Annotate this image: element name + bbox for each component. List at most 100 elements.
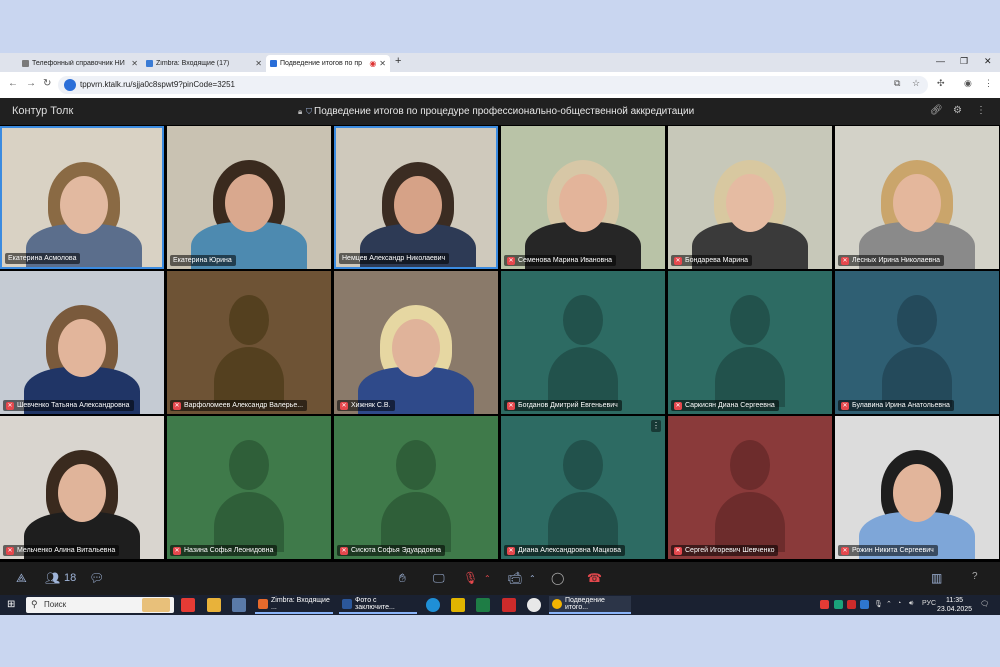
new-tab-button[interactable]: + <box>395 55 401 67</box>
app-icon[interactable] <box>527 598 541 612</box>
participant-tile[interactable]: Немцев Александр Николаевич <box>334 126 498 269</box>
participant-tile[interactable]: ✕ Сисюта Софья Эдуардовна <box>334 416 498 559</box>
tray-app-icon[interactable] <box>834 600 843 609</box>
participant-name: Булавина Ирина Анатольевна <box>852 402 950 409</box>
taskbar-window-word[interactable]: Фото с заключите... <box>339 596 417 614</box>
participant-video-face <box>394 176 442 234</box>
camera-icon[interactable]: 📹︎ <box>507 571 522 585</box>
chevron-up-icon[interactable]: ⌃ <box>529 574 536 583</box>
taskbar-window-zimbra[interactable]: Zimbra: Входящие ... <box>255 596 333 614</box>
windows-start-icon[interactable]: ⊞ <box>7 599 15 610</box>
app-icon[interactable] <box>502 598 516 612</box>
close-icon[interactable]: ✕ <box>379 59 386 68</box>
settings-gear-icon[interactable]: ⚙ <box>953 105 962 116</box>
participant-tile[interactable]: Екатерина Юрина <box>167 126 331 269</box>
taskbar-window-chrome[interactable]: Подведение итого... <box>549 596 631 614</box>
profile-icon[interactable]: ◉ <box>964 78 972 89</box>
browser-menu-icon[interactable]: ⋮ <box>984 78 993 89</box>
microphone-muted-icon: ✕ <box>674 546 682 555</box>
video-grid: Екатерина Асмолова Екатерина Юрина Немцев … <box>0 126 1000 561</box>
participant-tile[interactable]: ✕ Назина Софья Леонидовна <box>167 416 331 559</box>
participant-tile[interactable]: ✕ Булавина Ирина Анатольевна <box>835 271 999 414</box>
bookmark-star-icon[interactable]: ☆ <box>912 78 920 89</box>
participant-video-face <box>893 174 941 232</box>
site-info-icon[interactable] <box>64 79 76 91</box>
taskbar-clock[interactable]: 11:35 23.04.2025 <box>937 596 972 614</box>
raise-hand-icon[interactable]: ✋︎ <box>399 571 406 586</box>
tile-menu-icon[interactable]: ⋮ <box>651 420 661 432</box>
hang-up-icon[interactable]: ☎︎ <box>587 571 602 585</box>
participants-icon[interactable]: 👥︎ <box>45 571 60 585</box>
participant-tile[interactable]: ✕ Саркисян Диана Сергеевна <box>668 271 832 414</box>
word-icon <box>342 599 352 609</box>
chevron-up-icon[interactable]: ⌃ <box>484 574 491 583</box>
participant-count[interactable]: 18 <box>64 572 76 584</box>
forward-icon[interactable]: → <box>26 78 36 89</box>
yandex-browser-icon[interactable] <box>181 598 195 612</box>
participant-tile[interactable]: ✕ Шевченко Татьяна Александровна <box>0 271 164 414</box>
tray-app-icon[interactable] <box>860 600 869 609</box>
microphone-muted-icon: ✕ <box>340 546 348 555</box>
app-icon[interactable] <box>451 598 465 612</box>
participant-name: Лесных Ирина Николаевна <box>852 257 941 264</box>
tray-app-icon[interactable] <box>847 600 856 609</box>
microphone-muted-icon: ✕ <box>841 256 849 265</box>
apps-icon[interactable]: ⟁ <box>16 571 27 586</box>
url-field[interactable]: tppvrn.ktalk.ru/sjja0c8spwt9?pinCode=325… <box>58 76 928 94</box>
install-app-icon[interactable]: ⧉ <box>894 78 900 89</box>
link-icon[interactable]: 🔗︎ <box>930 105 943 116</box>
participant-tile[interactable]: ✕ Богданов Дмитрий Евгеньевич <box>501 271 665 414</box>
participant-name-label: ✕ Назина Софья Леонидовна <box>170 545 278 556</box>
microphone-muted-icon: ✕ <box>507 401 515 410</box>
search-highlight-image <box>142 598 170 612</box>
notifications-icon[interactable]: 🗨︎ <box>980 600 989 608</box>
screen-share-icon[interactable]: 🖵︎ <box>433 571 445 586</box>
participant-tile[interactable]: Екатерина Асмолова <box>0 126 164 269</box>
microphone-icon[interactable]: 🎙︎ <box>874 600 883 608</box>
microphone-muted-icon: ✕ <box>6 401 14 410</box>
tray-app-icon[interactable] <box>820 600 829 609</box>
chat-icon[interactable]: 💬︎ <box>89 571 104 585</box>
participant-video-face <box>60 176 108 234</box>
browser-tab-zimbra[interactable]: Zimbra: Входящие (17) ✕ <box>142 55 266 72</box>
minimize-icon[interactable]: — <box>936 56 945 66</box>
participant-tile[interactable]: ✕ Лесных Ирина Николаевна <box>835 126 999 269</box>
file-explorer-icon[interactable] <box>207 598 221 612</box>
excel-icon[interactable] <box>476 598 490 612</box>
wifi-icon[interactable]: ◔ <box>897 600 901 607</box>
volume-icon[interactable]: 🔊︎ <box>909 600 913 608</box>
participant-tile[interactable]: ✕ Варфоломеев Александр Валерье... <box>167 271 331 414</box>
participant-tile[interactable]: ✕ Бондарева Марина <box>668 126 832 269</box>
participant-name: Семенова Марина Ивановна <box>518 257 613 264</box>
maximize-icon[interactable]: ❐ <box>960 56 968 67</box>
participant-tile[interactable]: ⋮ ✕ Диана Александровна Мацкова <box>501 416 665 559</box>
back-icon[interactable]: ← <box>8 78 18 89</box>
edge-icon[interactable] <box>426 598 440 612</box>
reload-icon[interactable]: ↻ <box>43 78 51 89</box>
participant-tile[interactable]: ✕ Семенова Марина Ивановна <box>501 126 665 269</box>
participant-name: Хижняк С.В. <box>351 402 391 409</box>
window-close-icon[interactable]: ✕ <box>984 56 992 67</box>
taskbar-search[interactable]: ⚲ Поиск <box>26 597 174 613</box>
effects-icon[interactable]: ◯ <box>551 571 564 585</box>
participant-name: Сергей Игоревич Шевченко <box>685 547 775 554</box>
language-indicator[interactable]: РУС <box>922 600 936 607</box>
microphone-muted-icon[interactable]: 🎙︎ <box>463 571 478 585</box>
lock-icon: 🔒︎ <box>298 107 303 116</box>
close-icon[interactable]: ✕ <box>255 59 262 68</box>
participant-tile[interactable]: ✕ Сергей Игоревич Шевченко <box>668 416 832 559</box>
help-icon[interactable]: ? <box>972 571 978 582</box>
more-icon[interactable]: ⋮ <box>976 105 986 116</box>
participant-name-label: ✕ Хижняк С.В. <box>337 400 395 411</box>
chevron-up-icon[interactable]: ⌃ <box>886 600 892 608</box>
close-icon[interactable]: ✕ <box>131 59 138 68</box>
participant-name-label: ✕ Саркисян Диана Сергеевна <box>671 400 779 411</box>
participant-tile[interactable]: ✕ Рожин Никита Сергеевич <box>835 416 999 559</box>
calculator-icon[interactable] <box>232 598 246 612</box>
participant-tile[interactable]: ✕ Хижняк С.В. <box>334 271 498 414</box>
browser-tab-phonebook[interactable]: Телефонный справочник НИ ✕ <box>18 55 142 72</box>
layout-icon[interactable]: ▥ <box>931 571 942 585</box>
participant-tile[interactable]: ✕ Мельченко Алина Витальевна <box>0 416 164 559</box>
extensions-icon[interactable]: ✣ <box>937 78 945 89</box>
browser-tab-meeting[interactable]: Подведение итогов по пр ◉ ✕ <box>266 55 390 72</box>
